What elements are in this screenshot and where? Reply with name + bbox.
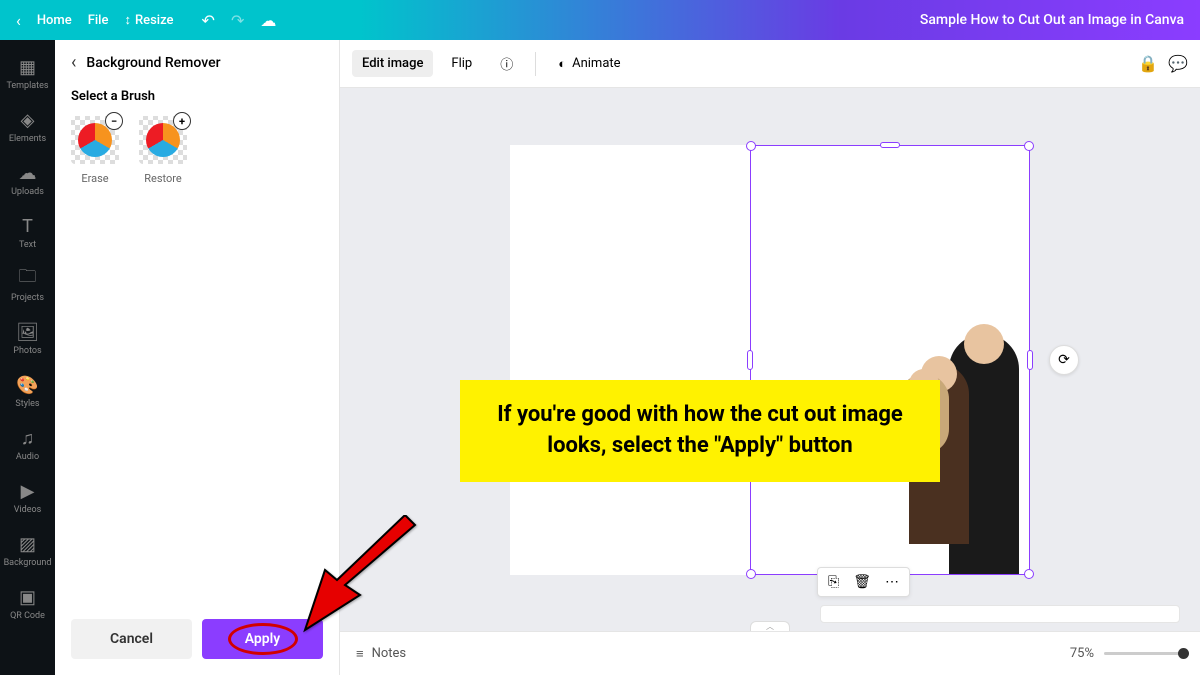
sidebar-item-elements[interactable]: ◈Elements: [0, 103, 55, 150]
sidebar-item-videos[interactable]: ▶Videos: [0, 474, 55, 521]
panel-title: Background Remover: [86, 55, 220, 71]
cloud-sync-icon[interactable]: ☁: [260, 11, 276, 30]
panel-back-icon[interactable]: ‹: [71, 52, 76, 73]
delete-icon[interactable]: 🗑: [853, 574, 871, 590]
edit-image-button[interactable]: Edit image: [352, 50, 433, 77]
top-menu-bar: ‹ Home File ↕ Resize ↶ ↷ ☁ Sample How to…: [0, 0, 1200, 40]
info-icon[interactable]: ⓘ: [490, 48, 523, 79]
selection-box[interactable]: ⟳: [750, 145, 1030, 575]
rotate-button[interactable]: ⟳: [1049, 345, 1079, 375]
restore-brush[interactable]: + Restore: [139, 116, 187, 185]
back-icon[interactable]: ‹: [16, 11, 21, 30]
resize-handle[interactable]: [747, 350, 753, 370]
resize-handle[interactable]: [746, 569, 756, 579]
sidebar-item-text[interactable]: TText: [0, 209, 55, 256]
sidebar-item-photos[interactable]: 🖼Photos: [0, 315, 55, 362]
animate-button[interactable]: ◐Animate: [548, 50, 630, 78]
canvas-area: Edit image Flip ⓘ ◐Animate 🔒 💬: [340, 40, 1200, 675]
document-title[interactable]: Sample How to Cut Out an Image in Canva: [920, 12, 1184, 28]
instruction-callout: If you're good with how the cut out imag…: [460, 380, 940, 482]
file-menu[interactable]: File: [88, 13, 109, 28]
sidebar-item-qrcode[interactable]: ▣QR Code: [0, 580, 55, 627]
bottom-bar: ≡ Notes 75%: [340, 631, 1200, 675]
duplicate-icon[interactable]: ⎘: [828, 574, 839, 590]
resize-menu[interactable]: ↕ Resize: [124, 12, 173, 28]
sidebar-item-styles[interactable]: 🎨Styles: [0, 368, 55, 415]
zoom-level[interactable]: 75%: [1070, 646, 1094, 661]
sidebar-item-templates[interactable]: ▦Templates: [0, 50, 55, 97]
more-icon[interactable]: ⋯: [885, 574, 899, 590]
resize-handle[interactable]: [746, 141, 756, 151]
minus-icon: −: [105, 112, 123, 130]
page-expand-handle[interactable]: ︿: [750, 621, 790, 631]
sidebar-item-uploads[interactable]: ☁Uploads: [0, 156, 55, 203]
zoom-slider[interactable]: [1104, 652, 1184, 655]
animate-icon: ◐: [558, 56, 566, 72]
plus-icon: +: [173, 112, 191, 130]
annotation-arrow: [295, 515, 425, 635]
page-actions: ⎘ 🗑 ⋯: [817, 567, 910, 597]
canvas-toolbar: Edit image Flip ⓘ ◐Animate 🔒 💬: [340, 40, 1200, 88]
comment-icon[interactable]: 💬: [1168, 54, 1188, 73]
left-sidebar: ▦Templates ◈Elements ☁Uploads TText 🗀Pro…: [0, 40, 55, 675]
undo-icon[interactable]: ↶: [202, 11, 215, 30]
resize-handle[interactable]: [1024, 141, 1034, 151]
resize-handle[interactable]: [880, 142, 900, 148]
flip-button[interactable]: Flip: [441, 50, 482, 77]
redo-icon[interactable]: ↷: [231, 11, 244, 30]
sidebar-item-projects[interactable]: 🗀Projects: [0, 262, 55, 309]
notes-button[interactable]: ≡ Notes: [356, 646, 406, 662]
artboard[interactable]: ⟳: [510, 145, 1030, 575]
notes-icon: ≡: [356, 646, 364, 662]
erase-brush[interactable]: − Erase: [71, 116, 119, 185]
cancel-button[interactable]: Cancel: [71, 619, 192, 659]
page-thumbnail-strip[interactable]: [820, 605, 1180, 623]
lock-icon[interactable]: 🔒: [1138, 54, 1158, 73]
brush-section-label: Select a Brush: [71, 89, 323, 104]
sidebar-item-background[interactable]: ▨Background: [0, 527, 55, 574]
home-menu[interactable]: Home: [37, 13, 72, 28]
sidebar-item-audio[interactable]: ♫Audio: [0, 421, 55, 468]
